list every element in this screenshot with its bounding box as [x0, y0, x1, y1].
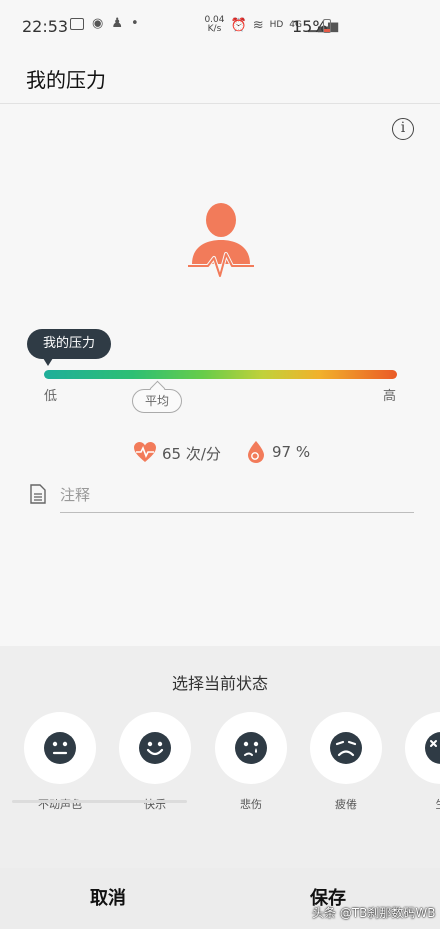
- heart-rate-icon: [134, 442, 156, 462]
- neutral-face-icon: [44, 732, 76, 764]
- notification-icons: ◉ ♟ •: [70, 16, 139, 31]
- mood-option-happy[interactable]: 快乐: [119, 712, 191, 811]
- blood-oxygen-icon: [248, 441, 264, 463]
- stress-person-icon: [188, 203, 254, 278]
- app-icon: ♟: [111, 16, 123, 31]
- my-stress-tooltip: 我的压力: [27, 329, 112, 366]
- angry-face-icon: [425, 732, 440, 764]
- mood-title: 选择当前状态: [171, 674, 268, 693]
- mood-label: 生: [391, 796, 440, 812]
- happy-face-icon: [139, 732, 171, 764]
- heart-rate-value: 65 次/分: [162, 445, 221, 463]
- page-title: 我的压力: [26, 68, 106, 92]
- cancel-button[interactable]: 取消: [90, 868, 126, 929]
- bottom-action-bar: 取消 保存 头条 @TB刹那数码WB: [0, 868, 440, 929]
- mood-label: 快乐: [144, 798, 166, 811]
- vital-stats: 65 次/分 97 %: [0, 440, 440, 466]
- more-dot-icon: •: [131, 16, 139, 31]
- average-marker: 平均: [132, 389, 182, 413]
- mood-option-angry[interactable]: 生: [405, 712, 440, 811]
- net-speed: 0.04 K/s: [204, 15, 225, 34]
- note-input[interactable]: [60, 478, 414, 513]
- status-bar: 22:53 ◉ ♟ • 0.04 K/s ⏰ ≋ HD 4G ▁▃▅ 15%: [0, 0, 440, 52]
- low-label: 低: [44, 389, 58, 404]
- stress-gradient-bar: [44, 370, 397, 379]
- mood-option-sad[interactable]: 悲伤: [215, 712, 287, 811]
- gallery-icon: [70, 17, 84, 30]
- app-header: 我的压力: [0, 52, 440, 104]
- sad-face-icon: [235, 732, 267, 764]
- header-divider: [0, 103, 440, 104]
- wifi-icon: ≋: [252, 17, 264, 33]
- mood-label: 疲倦: [335, 798, 357, 811]
- mood-scroll-indicator: [12, 800, 187, 803]
- battery-icon: [323, 19, 331, 33]
- info-icon[interactable]: i: [392, 118, 414, 140]
- mood-option-tired[interactable]: 疲倦: [310, 712, 382, 811]
- note-icon: [30, 484, 46, 504]
- hd-badge: HD: [269, 20, 284, 30]
- status-time: 22:53: [22, 17, 69, 36]
- blood-oxygen-value: 97 %: [272, 443, 311, 461]
- mood-label: 悲伤: [240, 798, 262, 811]
- weibo-icon: ◉: [92, 16, 104, 31]
- high-label: 高: [383, 389, 397, 404]
- mood-panel: 选择当前状态 不动声色 快乐 悲伤 疲倦: [0, 646, 440, 868]
- mood-option-neutral[interactable]: 不动声色: [24, 712, 96, 811]
- tired-face-icon: [330, 732, 362, 764]
- watermark: 头条 @TB刹那数码WB: [312, 906, 436, 920]
- alarm-icon: ⏰: [230, 17, 247, 33]
- mood-label: 不动声色: [38, 798, 82, 811]
